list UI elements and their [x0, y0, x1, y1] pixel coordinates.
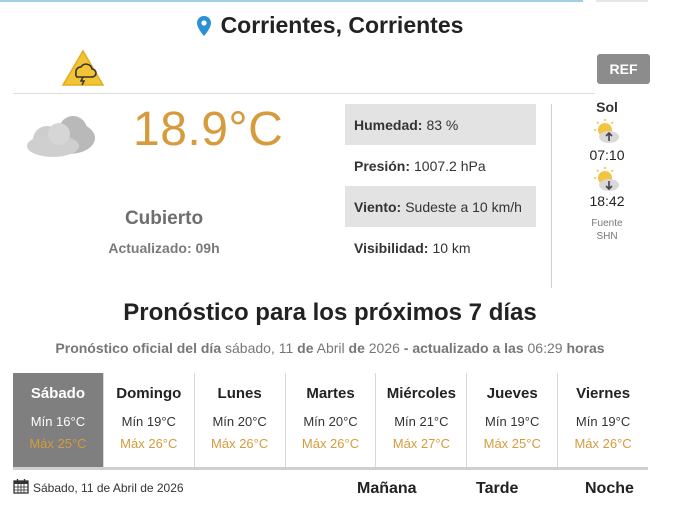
day-tab-miercoles[interactable]: Miércoles Mín 21°C Máx 27°C: [376, 373, 468, 468]
pressure-value: 1007.2 hPa: [414, 157, 486, 174]
day-name: Jueves: [486, 385, 538, 402]
day-name: Domingo: [116, 385, 182, 402]
day-name: Lunes: [217, 385, 262, 402]
day-tab-sabado[interactable]: Sábado Mín 16°C Máx 25°C: [13, 373, 104, 468]
location-name: Corrientes, Corrientes: [220, 12, 464, 38]
visibility-row: Visibilidad: 10 km: [345, 227, 536, 268]
day-tab-domingo[interactable]: Domingo Mín 19°C Máx 26°C: [104, 373, 195, 468]
day-max: Máx 26°C: [211, 436, 269, 451]
sunset-icon: [594, 167, 619, 191]
period-noche: Noche: [585, 480, 634, 497]
day-max: Máx 27°C: [392, 436, 450, 451]
forecast-subtitle: Pronóstico oficial del día sábado, 11 de…: [0, 340, 660, 356]
day-min: Mín 16°C: [30, 414, 86, 429]
day-max: Máx 25°C: [483, 436, 541, 451]
storm-warning-icon[interactable]: [61, 49, 105, 87]
forecast-sub-de1: de: [297, 340, 314, 356]
updated-label: Actualizado: 09h: [108, 240, 220, 256]
humidity-value: 83 %: [426, 116, 459, 133]
calendar-icon: [13, 479, 29, 494]
day-max: Máx 26°C: [120, 436, 178, 451]
forecast-sub-time: 06:29: [527, 340, 563, 356]
vertical-divider: [551, 104, 552, 288]
period-tarde: Tarde: [476, 480, 519, 497]
header-divider: [13, 93, 595, 94]
location-pin-icon: [196, 15, 211, 36]
forecast-sub-hours: horas: [566, 340, 605, 356]
forecast-sub-year: 2026: [368, 340, 400, 356]
forecast-days: Sábado Mín 16°C Máx 25°C Domingo Mín 19°…: [13, 373, 648, 468]
day-tab-viernes[interactable]: Viernes Mín 19°C Máx 26°C: [558, 373, 648, 468]
visibility-label: Visibilidad:: [354, 239, 429, 256]
current-condition: Cubierto: [124, 208, 204, 229]
forecast-title: Pronóstico para los próximos 7 días: [123, 299, 537, 326]
forecast-sub-month: Abril: [316, 340, 345, 356]
day-max: Máx 25°C: [29, 436, 87, 451]
wind-label: Viento:: [354, 198, 402, 215]
source-name: SHN: [596, 231, 618, 242]
selected-date: Sábado, 11 de Abril de 2026: [33, 481, 184, 495]
details-table: Humedad: 83 % Presión: 1007.2 hPa Viento…: [345, 104, 536, 268]
day-tab-jueves[interactable]: Jueves Mín 19°C Máx 25°C: [467, 373, 559, 468]
period-manana: Mañana: [357, 480, 417, 497]
day-min: Mín 19°C: [575, 414, 631, 429]
day-tab-lunes[interactable]: Lunes Mín 20°C Máx 26°C: [195, 373, 286, 468]
current-temperature: 18.9°C: [133, 103, 284, 156]
day-min: Mín 20°C: [303, 414, 358, 429]
day-min: Mín 19°C: [121, 414, 176, 429]
humidity-label: Humedad:: [354, 116, 423, 133]
forecast-sub-weekday: sábado, 11: [225, 340, 294, 356]
top-border-right: [596, 0, 648, 2]
day-name: Viernes: [576, 385, 631, 402]
visibility-value: 10 km: [432, 239, 471, 256]
days-bottom-border: [13, 467, 648, 470]
pressure-label: Presión:: [354, 157, 411, 174]
pressure-row: Presión: 1007.2 hPa: [345, 145, 536, 186]
ref-button[interactable]: REF: [597, 54, 650, 84]
sun-title: Sol: [596, 99, 618, 115]
day-min: Mín 21°C: [394, 414, 449, 429]
forecast-sub-updated: - actualizado a las: [403, 340, 524, 356]
sun-panel: Sol 07:10 18:42 Fuente SHN: [580, 99, 634, 243]
wind-row: Viento: Sudeste a 10 km/h: [345, 186, 536, 227]
day-min: Mín 20°C: [212, 414, 267, 429]
top-border: [0, 0, 583, 2]
sunrise-icon: [594, 119, 619, 143]
source-note: Fuente SHN: [580, 217, 634, 243]
location-header: Corrientes, Corrientes: [0, 12, 660, 39]
day-max: Máx 26°C: [301, 436, 360, 451]
day-min: Mín 19°C: [485, 414, 540, 429]
cloud-icon: [27, 116, 95, 157]
humidity-row: Humedad: 83 %: [345, 104, 536, 145]
forecast-sub-de2: de: [348, 340, 365, 356]
day-tab-martes[interactable]: Martes Mín 20°C Máx 26°C: [286, 373, 377, 468]
sunset-time: 18:42: [589, 193, 625, 209]
day-name: Martes: [306, 385, 355, 402]
day-max: Máx 26°C: [574, 436, 632, 451]
day-name: Miércoles: [386, 385, 456, 402]
source-label: Fuente: [591, 218, 623, 229]
sunrise-time: 07:10: [589, 147, 625, 163]
day-name: Sábado: [30, 385, 86, 402]
wind-value: Sudeste a 10 km/h: [405, 198, 522, 215]
forecast-sub-prefix: Pronóstico oficial del día: [55, 340, 222, 356]
